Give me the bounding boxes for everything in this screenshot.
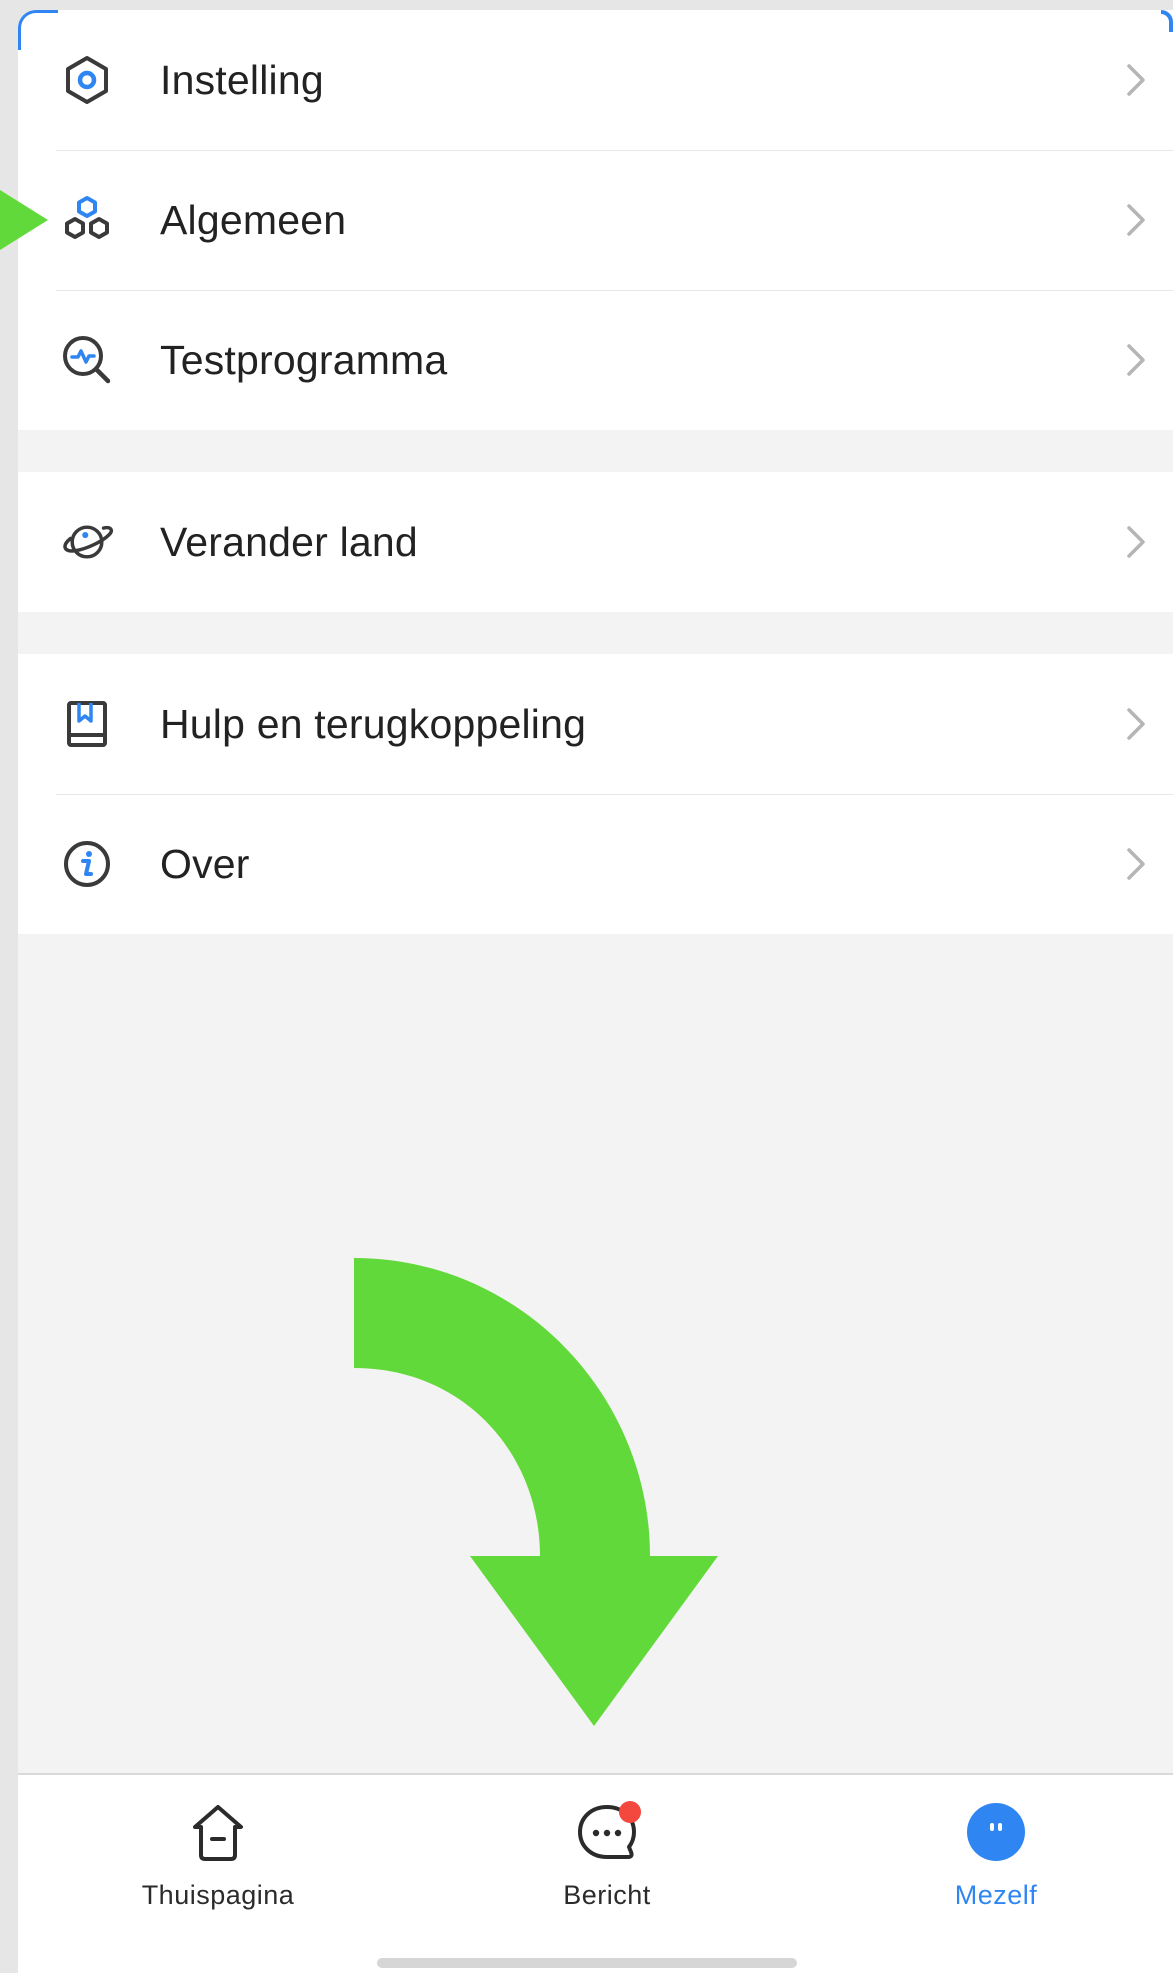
menu-item-instelling[interactable]: Instelling xyxy=(18,10,1173,150)
general-hexagons-icon xyxy=(60,193,114,247)
menu-item-label: Over xyxy=(160,840,250,887)
chevron-right-icon xyxy=(1121,200,1151,240)
menu-item-algemeen[interactable]: Algemeen xyxy=(18,150,1173,290)
menu-item-label: Hulp en terugkoppeling xyxy=(160,700,587,747)
chat-icon xyxy=(572,1797,642,1867)
settings-hexagon-icon xyxy=(60,53,114,107)
menu-item-verander-land[interactable]: Verander land xyxy=(18,472,1173,612)
menu-item-testprogramma[interactable]: Testprogramma xyxy=(18,290,1173,430)
menu-group-support: Hulp en terugkoppeling Over xyxy=(18,654,1173,934)
tab-label: Mezelf xyxy=(954,1880,1038,1910)
chevron-right-icon xyxy=(1121,704,1151,744)
tab-label: Thuispagina xyxy=(141,1880,295,1910)
bottom-tab-bar: Thuispagina Bericht Mezelf xyxy=(18,1773,1173,1973)
menu-group-region: Verander land xyxy=(18,472,1173,612)
test-magnifier-icon xyxy=(60,333,114,387)
book-icon xyxy=(60,697,114,751)
menu-item-hulp[interactable]: Hulp en terugkoppeling xyxy=(18,654,1173,794)
chevron-right-icon xyxy=(1121,844,1151,884)
chevron-right-icon xyxy=(1121,60,1151,100)
menu-item-label: Verander land xyxy=(160,518,418,565)
home-indicator xyxy=(377,1958,797,1968)
info-icon xyxy=(60,837,114,891)
menu-group-account: Instelling Algemeen Testprogramma xyxy=(18,10,1173,430)
tab-mezelf[interactable]: Mezelf xyxy=(866,1775,1126,1925)
profile-icon xyxy=(961,1797,1031,1867)
tab-thuispagina[interactable]: Thuispagina xyxy=(88,1775,348,1925)
menu-item-label: Algemeen xyxy=(160,196,347,243)
menu-item-over[interactable]: Over xyxy=(18,794,1173,934)
menu-item-label: Testprogramma xyxy=(160,336,448,383)
planet-icon xyxy=(60,515,114,569)
home-icon xyxy=(183,1797,253,1867)
chevron-right-icon xyxy=(1121,522,1151,562)
tab-label: Bericht xyxy=(563,1880,651,1910)
menu-item-label: Instelling xyxy=(160,56,324,103)
settings-screen: Instelling Algemeen Testprogramma Verand… xyxy=(18,10,1173,1973)
chevron-right-icon xyxy=(1121,340,1151,380)
tab-bericht[interactable]: Bericht xyxy=(477,1775,737,1925)
